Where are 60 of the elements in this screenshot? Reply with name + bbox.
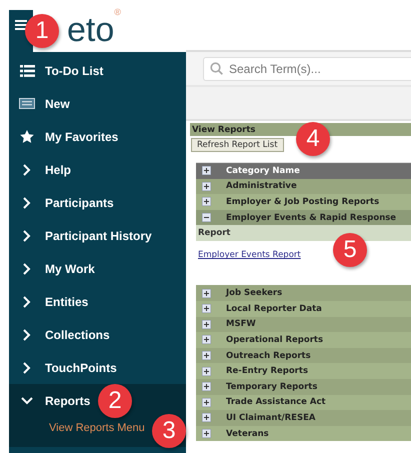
chevron-right-icon (23, 196, 31, 208)
expand-icon[interactable] (202, 304, 211, 314)
category-row[interactable]: Operational Reports (196, 332, 411, 348)
category-row[interactable]: Trade Assistance Act (196, 394, 411, 410)
category-row[interactable]: Employer Events & Rapid Response (196, 210, 411, 226)
expand-icon[interactable] (202, 398, 211, 407)
form-icon (19, 98, 35, 109)
expand-icon[interactable] (202, 182, 211, 191)
category-row[interactable]: Administrative (196, 178, 411, 194)
expand-icon[interactable] (202, 351, 211, 360)
expand-icon[interactable] (202, 197, 211, 206)
expand-icon[interactable] (202, 288, 211, 298)
chevron-right-icon (23, 362, 31, 374)
chevron-right-icon (23, 230, 31, 242)
sidebar-item[interactable]: Participants (9, 186, 118, 219)
sidebar-item[interactable]: Reports (9, 384, 94, 417)
expand-icon[interactable] (202, 335, 211, 344)
expand-icon[interactable] (202, 320, 211, 329)
callout-badge: 5 (333, 233, 367, 267)
chevron-down-icon (21, 396, 33, 404)
chevron-right-icon (23, 262, 31, 274)
sidebar-item[interactable]: My Favorites (9, 120, 122, 153)
category-row[interactable]: Local Reporter Data (196, 300, 411, 317)
category-row[interactable]: Employer & Job Posting Reports (196, 194, 411, 210)
star-icon (20, 130, 34, 143)
category-row[interactable]: Job Seekers (196, 285, 411, 301)
report-link[interactable]: Employer Events Report (198, 250, 301, 260)
expand-icon[interactable] (202, 429, 211, 438)
sidebar-item[interactable]: To-Do List (9, 54, 108, 87)
column-header: Report (196, 225, 411, 242)
chevron-right-icon (23, 328, 31, 340)
search-field[interactable]: Search Term(s)... (203, 56, 411, 80)
sidebar-item[interactable]: Collections (9, 318, 114, 351)
expand-icon[interactable] (202, 166, 211, 176)
search-icon (210, 62, 223, 74)
expand-icon[interactable] (202, 366, 211, 376)
chevron-right-icon (23, 164, 31, 176)
sidebar-item[interactable]: Participant History (9, 219, 156, 252)
sidebar-item[interactable]: TouchPoints (9, 351, 121, 384)
callout-badge: 1 (25, 14, 59, 48)
sidebar-subitem[interactable]: View Reports Menu (49, 417, 145, 439)
sidebar-item[interactable]: Entities (9, 285, 92, 318)
expand-icon[interactable] (202, 413, 211, 422)
logo: eto$^{®}$ (67, 10, 121, 50)
menu-icon (15, 20, 27, 30)
refresh-button[interactable]: Refresh Report List (191, 138, 284, 152)
category-row[interactable]: Veterans (196, 426, 411, 442)
category-row[interactable]: UI Claimant/RESEA (196, 410, 411, 426)
category-row[interactable]: Re-Entry Reports (196, 363, 411, 379)
chevron-right-icon (23, 296, 31, 308)
collapse-icon[interactable] (202, 213, 211, 222)
sidebar-item[interactable]: My Work (9, 252, 99, 285)
category-row[interactable]: Outreach Reports (196, 348, 411, 364)
sidebar-item[interactable]: Help (9, 153, 76, 186)
list-icon (20, 64, 34, 76)
expand-icon[interactable] (202, 382, 211, 392)
category-row[interactable]: MSFW (196, 316, 411, 332)
category-row[interactable]: Temporary Reports (196, 378, 411, 395)
table-header: Category Name (196, 163, 411, 179)
sidebar-item[interactable]: New (9, 87, 74, 120)
